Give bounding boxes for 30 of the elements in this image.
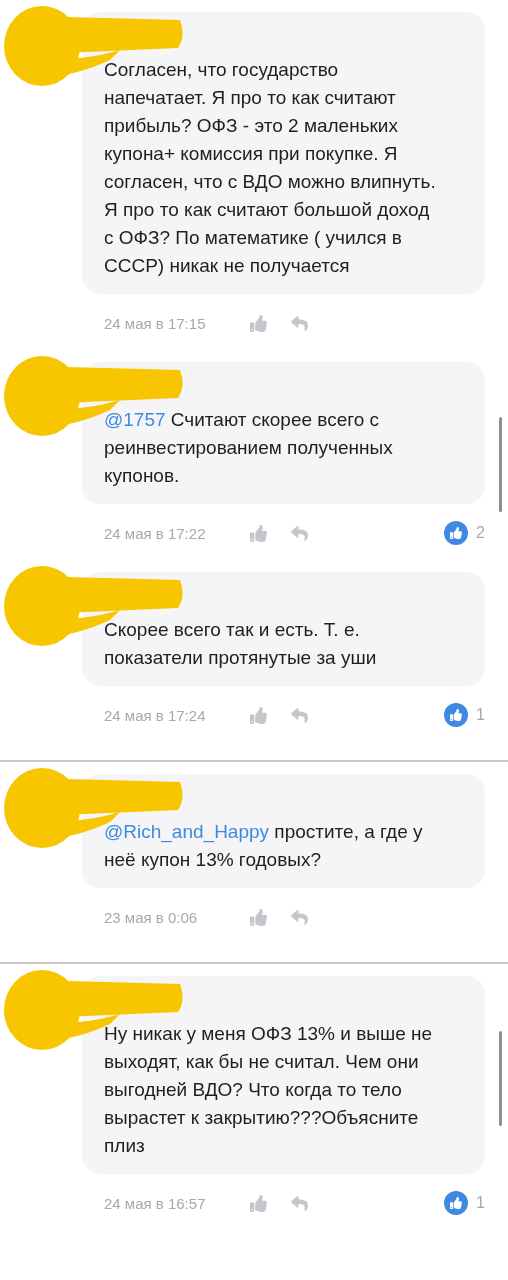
- like-icon[interactable]: [250, 908, 267, 926]
- like-icon[interactable]: [250, 1194, 267, 1212]
- like-count: 1: [476, 706, 485, 724]
- comment-text: Ну никак у меня ОФЗ 13% и выше не выходят, как бы не считал. Чем они выгодней ВДО? Что когда то тело вырастет к закрытию???Объясните плиз: [104, 1022, 434, 1158]
- scrollbar[interactable]: [499, 417, 502, 512]
- comment-text: @Rich_and_Happy простите, а где у неё купон 13% годовых?: [104, 820, 424, 872]
- reply-icon[interactable]: [291, 314, 308, 332]
- comment-date: 24 мая в 17:24: [104, 706, 207, 724]
- like-icon[interactable]: [250, 524, 267, 542]
- mention-link[interactable]: @1757: [104, 409, 166, 430]
- comment-text: @1757 Считают скорее всего с реинвестированием полученных купонов.: [104, 408, 394, 488]
- like-count-icon: [444, 1191, 469, 1215]
- comment-date: 24 мая в 17:15: [104, 314, 207, 332]
- comment-date: 23 мая в 0:06: [104, 908, 199, 926]
- comment-date: 24 мая в 17:22: [104, 524, 207, 542]
- reply-icon[interactable]: [291, 706, 308, 724]
- mention-link[interactable]: @Rich_and_Happy: [104, 821, 270, 842]
- scrollbar[interactable]: [499, 1031, 502, 1126]
- like-count-icon: [444, 703, 469, 727]
- comment-text: Согласен, что государство напечатает. Я про то как считают прибыль? ОФЗ - это 2 маленьких купона+ комиссия при покупке. Я согласен, что с ВДО можно влипнуть. Я про то как считают большой доход с ОФЗ? По математике ( учился в СССР) никак не получается: [104, 58, 437, 278]
- comment-date: 24 мая в 16:57: [104, 1194, 207, 1212]
- like-count: 1: [476, 1194, 485, 1212]
- like-icon[interactable]: [250, 706, 267, 724]
- reply-icon[interactable]: [291, 1194, 308, 1212]
- reply-icon[interactable]: [291, 908, 308, 926]
- comment-text: Скорее всего так и есть. Т. е. показатели протянутые за уши: [104, 618, 378, 670]
- like-icon[interactable]: [250, 314, 267, 332]
- like-count-icon: [444, 521, 469, 545]
- like-count: 2: [476, 524, 485, 542]
- reply-icon[interactable]: [291, 524, 308, 542]
